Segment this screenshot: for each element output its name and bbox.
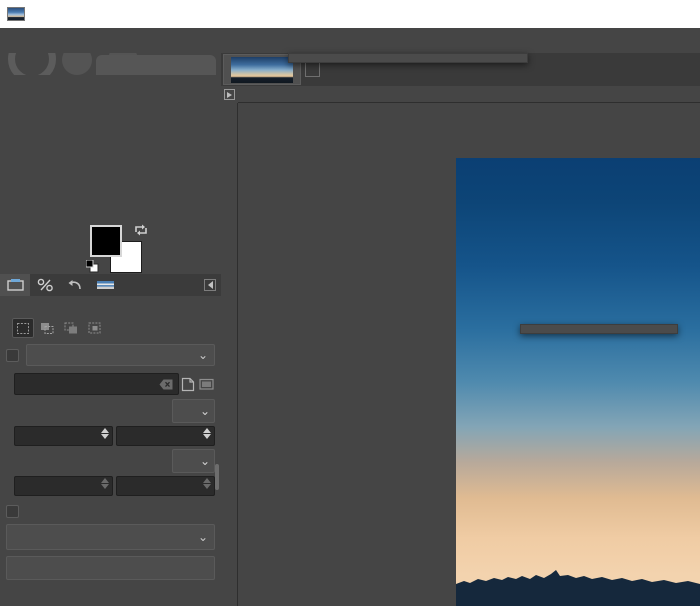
image-thumbnail-icon [7,7,25,21]
chevron-down-icon: ⌄ [197,348,208,362]
portrait-orientation-button[interactable] [179,374,197,394]
aspect-ratio-input[interactable] [14,373,179,395]
image-thumbnail [231,56,293,83]
images-tab[interactable] [90,274,120,296]
highlight-checkbox[interactable] [6,504,19,518]
image-canvas[interactable] [456,158,700,606]
mode-buttons [12,318,106,338]
position-unit-combo[interactable]: ⌄ [172,399,215,423]
panel-scrollbar[interactable] [215,464,219,490]
fixed-checkbox[interactable] [6,348,19,362]
toolbox-dock: ⌄ ⌄ ⌄ ⌄ [0,53,221,606]
tool-options-panel: ⌄ ⌄ ⌄ ⌄ [0,274,221,606]
menu-bar [0,28,700,53]
horizontal-ruler[interactable] [238,86,700,103]
size-unit-combo[interactable]: ⌄ [172,449,215,473]
position-x-input[interactable] [14,426,113,446]
chevron-down-icon: ⌄ [197,530,208,544]
size-fields [0,474,221,498]
size-row: ⌄ [0,448,221,474]
replace-selection-button[interactable] [12,318,34,338]
auto-shrink-button[interactable] [6,556,215,580]
highlight-row[interactable] [0,498,221,524]
gimp-window: ⌄ ⌄ ⌄ ⌄ [0,0,700,606]
ratio-row [0,370,221,398]
close-icon[interactable] [305,62,320,77]
position-fields [0,424,221,448]
mode-row [0,316,221,340]
tool-options-tabstrip [0,274,221,296]
decor-submenu[interactable] [520,324,678,334]
swap-colors-icon[interactable] [134,223,148,237]
fixed-aspect-combo[interactable]: ⌄ [26,344,215,366]
position-row: ⌄ [0,398,221,424]
tab-menu-button[interactable] [204,279,216,291]
subtract-from-selection-button[interactable] [60,318,82,338]
landscape-orientation-button[interactable] [197,374,215,394]
intersect-with-selection-button[interactable] [84,318,106,338]
filters-menu[interactable] [288,53,528,63]
canvas-area[interactable] [238,103,700,606]
chevron-down-icon: ⌄ [199,404,210,418]
horizon-silhouette [456,570,700,606]
undo-history-tab[interactable] [60,274,90,296]
clear-icon[interactable] [159,379,173,390]
vertical-ruler[interactable] [221,103,238,606]
foreground-color-swatch[interactable] [90,225,122,257]
fixed-row: ⌄ [0,340,221,370]
size-height-input[interactable] [116,476,215,496]
reset-colors-icon[interactable] [86,260,99,273]
title-bar [0,0,700,28]
wilber-watermark [0,53,221,75]
chevron-down-icon: ⌄ [199,454,210,468]
device-status-tab[interactable] [30,274,60,296]
size-width-input[interactable] [14,476,113,496]
tool-options-body: ⌄ ⌄ ⌄ ⌄ [0,316,221,580]
color-area[interactable] [86,223,148,273]
add-to-selection-button[interactable] [36,318,58,338]
position-y-input[interactable] [116,426,215,446]
tool-options-tab[interactable] [0,274,30,296]
guides-combo[interactable]: ⌄ [6,524,215,550]
ruler-origin-button[interactable] [221,86,238,103]
